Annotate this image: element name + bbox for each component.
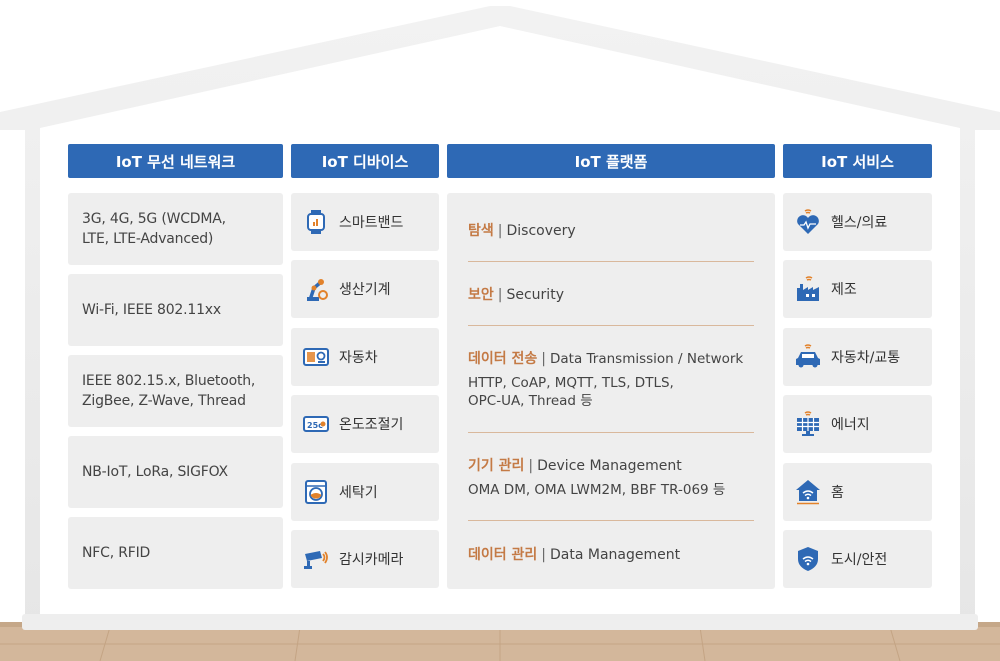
thermostat-icon: 25c: [303, 411, 329, 437]
cctv-camera-icon: [303, 546, 329, 572]
devices-column: IoT 디바이스 스마트밴드 생산기계 자동차 25c 온도조절기 세탁기 감시…: [291, 144, 439, 588]
service-item: 에너지: [783, 395, 932, 453]
platform-separator: |: [497, 287, 503, 303]
device-label: 자동차: [339, 350, 378, 366]
platform-item-title-en: Device Management: [537, 458, 682, 474]
services-header: IoT 서비스: [783, 144, 932, 178]
platform-item-title-kr: 탐색: [468, 223, 494, 239]
factory-icon: [795, 276, 821, 302]
device-item: 25c 온도조절기: [291, 395, 439, 453]
service-label: 도시/안전: [831, 552, 888, 568]
platform-header: IoT 플랫폼: [447, 144, 775, 178]
network-header: IoT 무선 네트워크: [68, 144, 283, 178]
platform-item-title-en: Data Transmission / Network: [550, 351, 744, 367]
platform-separator: |: [541, 351, 546, 367]
network-item-line: 3G, 4G, 5G (WCDMA,: [82, 210, 226, 227]
network-item: 3G, 4G, 5G (WCDMA, LTE, LTE-Advanced): [68, 193, 283, 265]
device-item: 자동차: [291, 328, 439, 386]
platform-item: 데이터 관리 | Data Management: [468, 544, 758, 564]
network-item-line: IEEE 802.15.x, Bluetooth,: [82, 372, 256, 389]
service-item: 홈: [783, 463, 932, 521]
platform-divider: [468, 261, 754, 262]
platform-item-title-kr: 데이터 전송: [468, 351, 538, 367]
platform-divider: [468, 520, 754, 521]
network-item-line: NB-IoT, LoRa, SIGFOX: [82, 463, 228, 480]
platform-item-title-en: Data Management: [550, 547, 681, 563]
platform-item: 데이터 전송 | Data Transmission / Network HTTP,…: [468, 348, 758, 410]
service-item: 제조: [783, 260, 932, 318]
device-item: 생산기계: [291, 260, 439, 318]
network-item-line: Wi-Fi, IEEE 802.11xx: [82, 301, 221, 318]
device-label: 생산기계: [339, 282, 391, 298]
service-label: 에너지: [831, 417, 870, 433]
device-label: 세탁기: [339, 485, 378, 501]
device-label: 스마트밴드: [339, 215, 404, 231]
service-item: 도시/안전: [783, 530, 932, 588]
service-label: 제조: [831, 282, 857, 298]
devices-header: IoT 디바이스: [291, 144, 439, 178]
device-item: 스마트밴드: [291, 193, 439, 251]
platform-divider: [468, 432, 754, 433]
services-column: IoT 서비스 헬스/의료 제조 자동차/교통 에너지 홈 도시/안전: [783, 144, 932, 588]
platform-column: IoT 플랫폼 탐색 | Discovery 보안 | Security 데이터 전송 |…: [447, 144, 775, 589]
solar-panel-icon: [795, 411, 821, 437]
platform-separator: |: [541, 547, 546, 563]
device-label: 온도조절기: [339, 417, 404, 433]
thermostat-readout: 25c: [307, 421, 323, 430]
platform-separator: |: [497, 223, 503, 239]
network-column: IoT 무선 네트워크 3G, 4G, 5G (WCDMA, LTE, LTE-A…: [68, 144, 283, 589]
platform-item-detail-line: HTTP, CoAP, MQTT, TLS, DTLS,: [468, 375, 674, 391]
service-label: 헬스/의료: [831, 215, 888, 231]
device-item: 세탁기: [291, 463, 439, 521]
platform-item-title-kr: 데이터 관리: [468, 547, 538, 563]
platform-item-detail: OMA DM, OMA LWM2M, BBF TR-069 등: [468, 481, 758, 499]
platform-item-title-kr: 보안: [468, 287, 494, 303]
device-item: 감시카메라: [291, 530, 439, 588]
network-item-line: LTE, LTE-Advanced): [82, 231, 214, 247]
robot-arm-icon: [303, 276, 329, 302]
service-item: 헬스/의료: [783, 193, 932, 251]
platform-item-detail-line: OPC-UA, Thread 등: [468, 393, 593, 410]
network-item: Wi-Fi, IEEE 802.11xx: [68, 274, 283, 346]
network-item: NFC, RFID: [68, 517, 283, 589]
platform-item-title-kr: 기기 관리: [468, 458, 525, 474]
platform-panel: 탐색 | Discovery 보안 | Security 데이터 전송 | Data Tra…: [447, 193, 775, 589]
heart-health-icon: [795, 209, 821, 235]
network-item-line: NFC, RFID: [82, 544, 151, 561]
platform-separator: |: [528, 458, 534, 474]
smart-home-icon: [795, 479, 821, 505]
network-item: IEEE 802.15.x, Bluetooth, ZigBee, Z-Wave,…: [68, 355, 283, 427]
service-label: 자동차/교통: [831, 350, 901, 366]
network-item: NB-IoT, LoRa, SIGFOX: [68, 436, 283, 508]
platform-item: 기기 관리 | Device Management OMA DM, OMA LWM2…: [468, 455, 758, 499]
shield-icon: [795, 546, 821, 572]
platform-divider: [468, 325, 754, 326]
platform-item-title-en: Security: [506, 287, 564, 303]
car-dashboard-icon: [303, 344, 329, 370]
car-icon: [795, 344, 821, 370]
smartband-icon: [303, 209, 329, 235]
service-item: 자동차/교통: [783, 328, 932, 386]
network-item-line: ZigBee, Z-Wave, Thread: [82, 393, 246, 409]
platform-item-title-en: Discovery: [506, 223, 576, 239]
device-label: 감시카메라: [339, 552, 404, 568]
washing-machine-icon: [303, 479, 329, 505]
platform-item-detail: HTTP, CoAP, MQTT, TLS, DTLS, OPC-UA, Thr…: [468, 374, 758, 410]
platform-item-detail-line: OMA DM, OMA LWM2M, BBF TR-069 등: [468, 482, 726, 498]
service-label: 홈: [831, 485, 844, 501]
platform-item: 보안 | Security: [468, 284, 758, 304]
platform-item: 탐색 | Discovery: [468, 220, 758, 240]
